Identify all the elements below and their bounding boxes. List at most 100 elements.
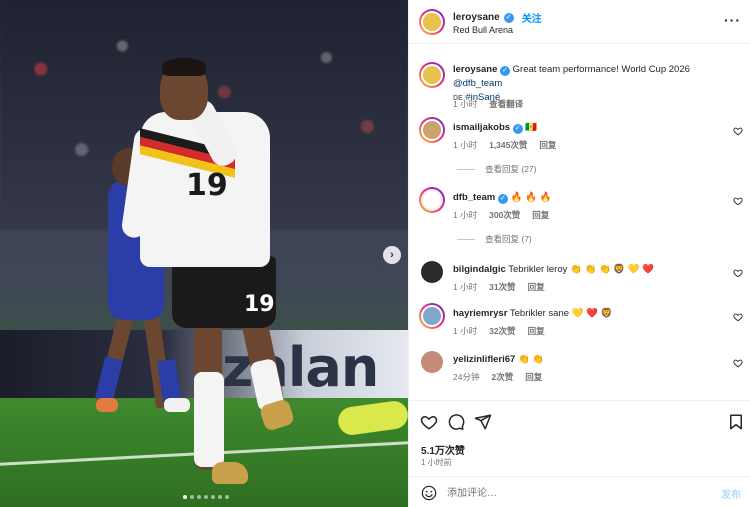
comment-body: Tebrikler sane 💛 ❤️ 🦁 <box>509 308 613 319</box>
comment-body: Tebrikler leroy 👏 👏 👏 🦁 💛 ❤️ <box>508 264 655 275</box>
avatar[interactable] <box>421 351 443 373</box>
comment-time: 1 小时 <box>453 282 478 292</box>
comment-item: dfb_team ✓ 🔥 🔥 🔥 1 小时 300次赞 回复 查看回复 (7) <box>409 187 750 249</box>
comment-item: hayriemrysr Tebrikler sane 💛 ❤️ 🦁 1 小时 3… <box>409 303 750 343</box>
replies-line <box>457 168 475 170</box>
carousel-dot <box>190 495 194 499</box>
post-location[interactable]: Red Bull Arena <box>453 25 513 35</box>
caption-time: 1 小时 <box>453 99 478 109</box>
comment-likes[interactable]: 2次赞 <box>491 371 513 383</box>
comment-meta: 1 小时 32次赞 回复 <box>453 325 545 337</box>
post-photo[interactable]: zalan 19 19 › <box>0 0 408 507</box>
opponent-boot <box>164 398 190 412</box>
comment-time: 1 小时 <box>453 326 478 336</box>
carousel-dots <box>183 495 229 499</box>
comment-meta: 1 小时 31次赞 回复 <box>453 281 545 293</box>
comment-body: 🇸🇳 <box>525 122 538 133</box>
post-author: leroysane ✓ 关注 <box>453 10 542 25</box>
comment-text: ismailjakobs ✓ 🇸🇳 <box>453 121 741 135</box>
carousel-dot <box>225 495 229 499</box>
caption-mention[interactable]: @dfb_team <box>453 78 502 89</box>
carousel-dot <box>204 495 208 499</box>
heart-icon[interactable] <box>733 196 743 206</box>
comment-meta: 24分钟 2次赞 回复 <box>453 371 542 383</box>
heart-icon[interactable] <box>733 312 743 322</box>
player-boot <box>212 462 248 484</box>
comment-time: 24分钟 <box>453 372 480 382</box>
heart-icon[interactable] <box>733 268 743 278</box>
comment-likes[interactable]: 32次赞 <box>489 325 515 337</box>
avatar[interactable] <box>421 261 443 283</box>
comment-item: ismailjakobs ✓ 🇸🇳 1 小时 1,345次赞 回复 查看回复 (… <box>409 117 750 179</box>
follow-button[interactable]: 关注 <box>522 10 542 25</box>
comment-item: yelizinlifleri67 👏 👏 24分钟 2次赞 回复 <box>409 349 750 389</box>
carousel-dot <box>183 495 187 499</box>
avatar[interactable] <box>419 9 445 35</box>
bookmark-icon[interactable] <box>727 413 745 431</box>
comment-time: 1 小时 <box>453 210 478 220</box>
comment-likes[interactable]: 300次赞 <box>489 209 520 221</box>
comment-body: 👏 👏 <box>517 354 545 365</box>
reply-button[interactable]: 回复 <box>532 209 549 221</box>
comment-item: bilgindalgic Tebrikler leroy 👏 👏 👏 🦁 💛 ❤… <box>409 259 750 297</box>
carousel-dot <box>211 495 215 499</box>
view-replies[interactable]: 查看回复 (7) <box>457 233 532 245</box>
player-hair <box>162 58 206 76</box>
heart-icon[interactable] <box>733 358 743 368</box>
comment-body: 🔥 🔥 🔥 <box>510 192 552 203</box>
caption-username[interactable]: leroysane <box>453 64 497 75</box>
post-header: leroysane ✓ 关注 Red Bull Arena ··· <box>409 0 750 44</box>
verified-icon: ✓ <box>503 12 514 23</box>
post-time: 1 小时前 <box>421 458 452 467</box>
avatar[interactable] <box>419 62 445 88</box>
avatar[interactable] <box>419 303 445 329</box>
reply-button[interactable]: 回复 <box>528 325 545 337</box>
author-username[interactable]: leroysane <box>453 12 500 23</box>
carousel-dot <box>218 495 222 499</box>
reply-button[interactable]: 回复 <box>539 139 556 151</box>
comment-icon[interactable] <box>447 413 465 431</box>
avatar[interactable] <box>419 117 445 143</box>
view-replies[interactable]: 查看回复 (27) <box>457 163 536 175</box>
comment-username[interactable]: bilgindalgic <box>453 264 506 275</box>
post-detail-panel: leroysane ✓ 关注 Red Bull Arena ··· leroys… <box>408 0 750 507</box>
replies-line <box>457 238 475 240</box>
reply-button[interactable]: 回复 <box>525 371 542 383</box>
comments-list[interactable]: leroysane ✓ Great team performance! Worl… <box>409 55 750 398</box>
heart-icon[interactable] <box>733 126 743 136</box>
verified-icon: ✓ <box>512 124 523 134</box>
heart-icon[interactable] <box>420 413 438 431</box>
emoji-icon[interactable] <box>421 485 437 501</box>
next-photo-button[interactable]: › <box>383 246 401 264</box>
opponent-boot <box>96 398 118 412</box>
comment-input[interactable] <box>447 483 697 503</box>
shirt-number: 19 <box>186 168 228 203</box>
comment-meta: 1 小时 300次赞 回复 <box>453 209 549 221</box>
comment-composer: 发布 <box>409 476 750 507</box>
comment-username[interactable]: yelizinlifleri67 <box>453 354 515 365</box>
share-icon[interactable] <box>474 413 492 431</box>
reply-button[interactable]: 回复 <box>528 281 545 293</box>
translate-button[interactable]: 查看翻译 <box>489 98 523 110</box>
view-replies-label[interactable]: 查看回复 (27) <box>485 163 536 175</box>
verified-icon: ✓ <box>500 66 511 76</box>
view-replies-label[interactable]: 查看回复 (7) <box>485 233 532 245</box>
avatar[interactable] <box>419 187 445 213</box>
comment-time: 1 小时 <box>453 140 478 150</box>
verified-icon: ✓ <box>497 194 508 204</box>
comment-text: bilgindalgic Tebrikler leroy 👏 👏 👏 🦁 💛 ❤… <box>453 263 741 277</box>
comment-text: dfb_team ✓ 🔥 🔥 🔥 <box>453 191 741 205</box>
comment-username[interactable]: ismailjakobs <box>453 122 510 133</box>
likes-count[interactable]: 5.1万次赞 <box>421 442 465 457</box>
comment-username[interactable]: hayriemrysr <box>453 308 507 319</box>
post-comment-button[interactable]: 发布 <box>721 486 741 501</box>
comment-likes[interactable]: 1,345次赞 <box>489 139 527 151</box>
comment-username[interactable]: dfb_team <box>453 192 495 203</box>
comment-text: yelizinlifleri67 👏 👏 <box>453 353 741 367</box>
post-actions: 5.1万次赞 1 小时前 <box>409 400 750 475</box>
comment-likes[interactable]: 31次赞 <box>489 281 515 293</box>
comment-meta: 1 小时 1,345次赞 回复 <box>453 139 556 151</box>
comment-text: hayriemrysr Tebrikler sane 💛 ❤️ 🦁 <box>453 307 741 321</box>
more-icon[interactable]: ··· <box>724 12 741 28</box>
player-sock <box>194 372 224 467</box>
